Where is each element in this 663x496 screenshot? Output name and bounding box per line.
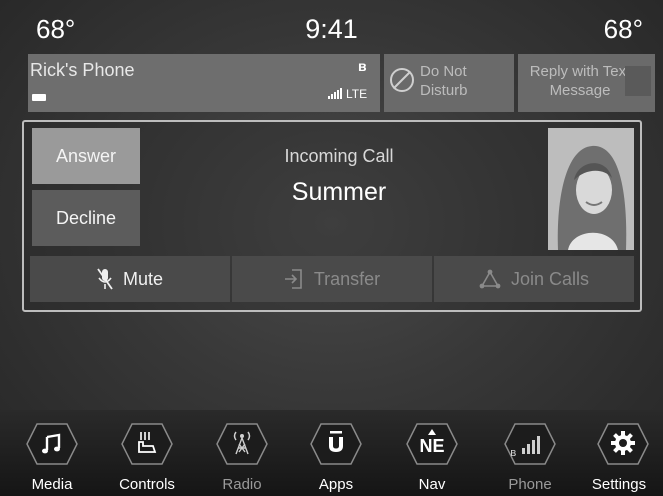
dock-label-media: Media bbox=[31, 476, 73, 493]
microphone-muted-icon bbox=[97, 268, 113, 290]
dock-label-phone: Phone bbox=[508, 476, 552, 493]
nav-heading: NE bbox=[419, 436, 445, 456]
join-calls-icon bbox=[479, 269, 501, 289]
phone-name: Rick's Phone bbox=[30, 60, 135, 80]
compass-ne-icon bbox=[428, 429, 436, 435]
svg-text:ʙ: ʙ bbox=[510, 446, 516, 458]
heated-seat-icon bbox=[138, 432, 157, 453]
reply-indicator bbox=[625, 66, 651, 96]
dock-label-radio: Radio bbox=[222, 476, 262, 493]
dock-radio[interactable]: Radio bbox=[202, 416, 282, 496]
do-not-disturb-label: Do Not Disturb bbox=[420, 63, 468, 99]
network-type: LTE bbox=[346, 87, 368, 101]
caller-name: Summer bbox=[291, 178, 387, 206]
mute-button[interactable]: Mute bbox=[30, 256, 230, 302]
bottom-dock: Media Controls Radio Apps NE Nav ʙ Phone… bbox=[0, 410, 663, 496]
caller-photo bbox=[548, 128, 634, 250]
mute-label: Mute bbox=[122, 268, 164, 289]
dock-media[interactable]: Media bbox=[12, 416, 92, 496]
dock-label-controls: Controls bbox=[119, 476, 175, 493]
dock-label-settings: Settings bbox=[591, 476, 647, 493]
dock-phone[interactable]: ʙ Phone bbox=[490, 416, 570, 496]
status-bar: 68° 9:41 68° bbox=[0, 0, 663, 52]
decline-button[interactable]: Decline bbox=[32, 190, 140, 246]
transfer-label: Transfer bbox=[313, 268, 381, 289]
phone-signal-icon: ʙ bbox=[510, 436, 540, 458]
passenger-temperature[interactable]: 68° bbox=[604, 14, 643, 45]
music-note-icon bbox=[42, 433, 61, 454]
join-calls-button[interactable]: Join Calls bbox=[434, 256, 634, 302]
reply-text-label: Reply with Text Message bbox=[529, 63, 631, 99]
do-not-disturb-icon bbox=[390, 68, 414, 92]
gear-icon bbox=[611, 431, 635, 455]
join-calls-label: Join Calls bbox=[510, 268, 590, 289]
dock-label-nav: Nav bbox=[418, 476, 446, 493]
phone-info-row: Rick's Phone ʙ LTE Do Not Disturb Reply … bbox=[28, 54, 655, 112]
signal-strength-icon bbox=[328, 88, 342, 99]
dock-settings[interactable]: Settings bbox=[583, 416, 663, 496]
call-actions: Mute Transfer Join Calls bbox=[30, 256, 634, 302]
head-unit-screen: 68° 9:41 68° Rick's Phone ʙ LTE Do Not D… bbox=[0, 0, 663, 496]
bluetooth-icon: ʙ bbox=[358, 58, 367, 74]
dock-label-apps: Apps bbox=[318, 476, 354, 493]
dock-nav[interactable]: NE Nav bbox=[392, 416, 472, 496]
dock-apps[interactable]: Apps bbox=[296, 416, 376, 496]
battery-icon bbox=[32, 94, 46, 101]
phone-status-box: Rick's Phone ʙ LTE bbox=[28, 54, 380, 112]
clock: 9:41 bbox=[305, 14, 358, 44]
do-not-disturb-button[interactable]: Do Not Disturb bbox=[384, 54, 514, 112]
caller-portrait-icon bbox=[548, 128, 634, 250]
apps-icon bbox=[329, 431, 343, 452]
radio-tower-icon bbox=[233, 431, 251, 455]
dock-controls[interactable]: Controls bbox=[107, 416, 187, 496]
transfer-button[interactable]: Transfer bbox=[232, 256, 432, 302]
call-status: Incoming Call bbox=[284, 146, 394, 166]
transfer-icon bbox=[284, 269, 302, 289]
answer-button[interactable]: Answer bbox=[32, 128, 140, 184]
incoming-call-panel: Answer Decline Incoming Call Summer Mute… bbox=[22, 120, 642, 312]
reply-text-button[interactable]: Reply with Text Message bbox=[518, 54, 655, 112]
